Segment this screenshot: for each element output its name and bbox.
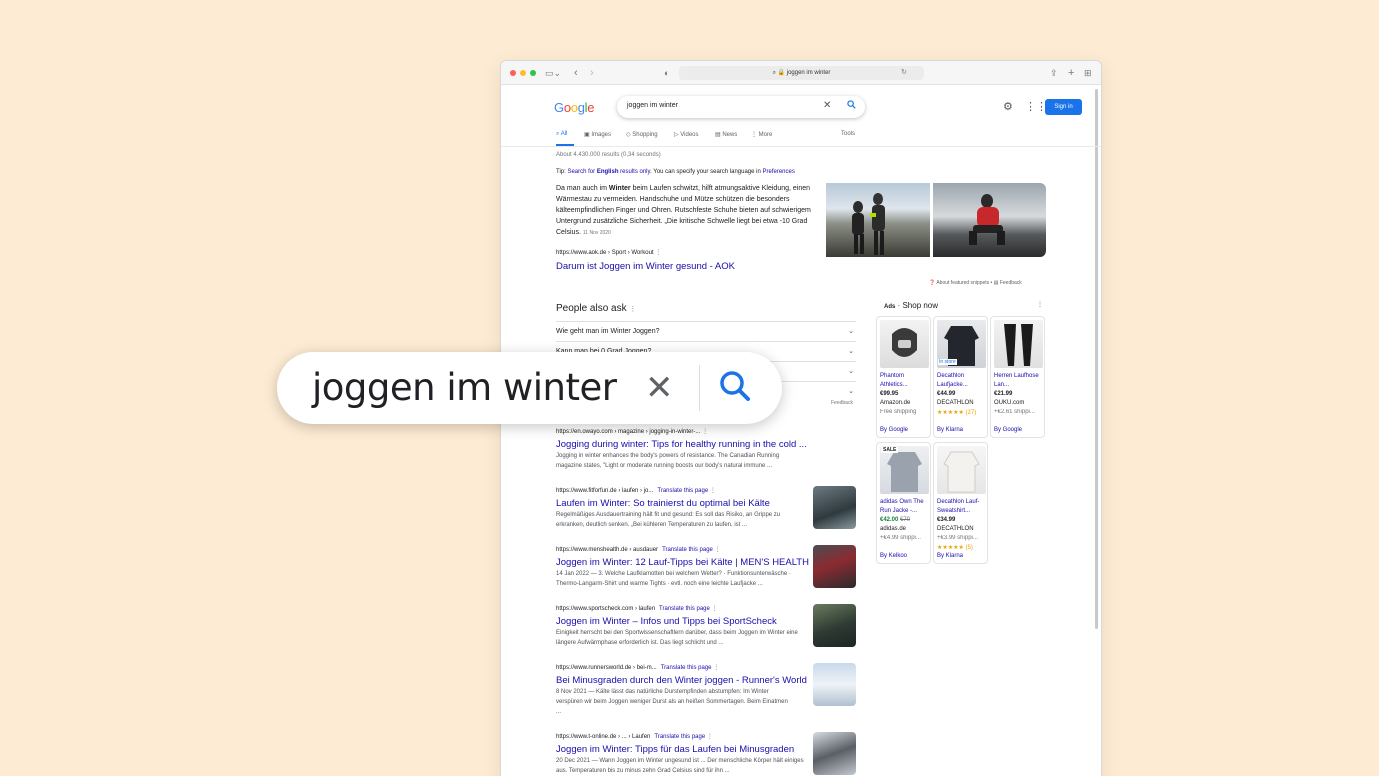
language-tip: Tip: Search for English results only. Yo… — [556, 169, 795, 175]
translate-link[interactable]: Translate this page — [659, 606, 710, 612]
result-snippet: Jogging in winter enhances the body's po… — [556, 453, 780, 469]
result-thumbnail[interactable] — [813, 604, 856, 647]
minimize-window-button[interactable] — [520, 70, 526, 76]
divider — [699, 365, 700, 411]
translate-link[interactable]: Translate this page — [654, 734, 705, 740]
shop-card[interactable]: Phantom Athletics... €99.95 Amazon.de Fr… — [876, 316, 931, 438]
result-url: https://www.t-online.de › ... › Laufen Tr… — [556, 734, 713, 740]
chevron-down-icon: ⌄ — [848, 328, 854, 335]
search-box[interactable]: joggen im winter ✕ — [617, 96, 865, 118]
zoomed-search-box[interactable]: joggen im winter ✕ — [277, 352, 782, 424]
paa-question[interactable]: Wie geht man im Winter Joggen? ⌄ — [556, 321, 856, 341]
product-image — [937, 446, 986, 494]
search-icon: ⌕ 🔒 — [772, 70, 786, 76]
product-image — [880, 446, 929, 494]
forward-icon[interactable]: › — [590, 66, 594, 80]
result-url: https://en.owayo.com › magazine › joggin… — [556, 429, 709, 435]
new-tab-icon[interactable]: + — [1068, 66, 1074, 80]
result-title[interactable]: Joggen im Winter – Infos und Tipps bei S… — [556, 616, 777, 627]
people-also-ask-title: People also ask ⋮ — [556, 303, 637, 314]
result-url: https://www.sportscheck.com › laufen Tran… — [556, 606, 718, 612]
zoomed-search-input[interactable]: joggen im winter — [312, 366, 617, 409]
google-results-page: Google joggen im winter ✕ ⚙ ⋮⋮ Sign in ⌕… — [501, 85, 1101, 776]
product-image — [880, 320, 929, 368]
result-thumbnail[interactable] — [813, 732, 856, 775]
apps-grid-icon[interactable]: ⋮⋮ — [1025, 100, 1047, 113]
result-snippet: Regelmäßiges Ausdauertraining hält fit u… — [556, 512, 781, 528]
settings-gear-icon[interactable]: ⚙ — [1003, 100, 1013, 113]
result-snippet: 20 Dec 2021 — Wann Joggen im Winter unge… — [556, 758, 804, 774]
result-snippet: 8 Nov 2021 — Kälte lässt das natürliche … — [556, 689, 788, 715]
tab-videos[interactable]: ▷ Videos — [674, 131, 699, 138]
search-icon[interactable] — [719, 366, 751, 411]
shop-card[interactable]: Decathlon Lauf-Sweatshirt... €34.99 DECA… — [933, 442, 988, 564]
address-bar[interactable]: ⌕ 🔒 joggen im winter — [679, 66, 924, 80]
result-snippet: Einigkeit herrscht bei den Sportwissensc… — [556, 630, 798, 646]
shop-card[interactable]: SALE adidas Own The Run Jacke -... €42.0… — [876, 442, 931, 564]
tab-all[interactable]: ⌕ All — [556, 131, 567, 138]
translate-link[interactable]: Translate this page — [662, 547, 713, 553]
search-icon[interactable] — [847, 100, 856, 111]
close-window-button[interactable] — [510, 70, 516, 76]
search-input[interactable]: joggen im winter — [627, 102, 678, 109]
shop-header: Ads · Shop now — [884, 301, 939, 310]
result-snippet: 14 Jan 2022 — 3. Welche Laufklamotten be… — [556, 571, 791, 587]
english-results-link[interactable]: Search for English results only — [567, 169, 650, 175]
in-store-badge: In store — [938, 359, 957, 365]
shop-card[interactable]: Herren Laufhose Lan... €21.99 OUKU.com +… — [990, 316, 1045, 438]
result-title[interactable]: Joggen im Winter: 12 Lauf-Tipps bei Kält… — [556, 557, 809, 568]
snippet-date: 11 Nov 2020 — [582, 230, 611, 236]
maximize-window-button[interactable] — [530, 70, 536, 76]
translate-link[interactable]: Translate this page — [661, 665, 712, 671]
translate-link[interactable]: Translate this page — [657, 488, 708, 494]
share-icon[interactable]: ⇪ — [1050, 66, 1058, 80]
divider — [501, 146, 1101, 147]
rating-stars: ★★★★★ (27) — [937, 410, 977, 416]
product-image — [994, 320, 1043, 368]
address-text: joggen im winter — [786, 70, 831, 76]
tab-images[interactable]: ▣ Images — [584, 131, 611, 138]
result-title[interactable]: Joggen im Winter: Tipps für das Laufen b… — [556, 744, 794, 755]
featured-source-url: https://www.aok.de › Sport › Workout ⋮ — [556, 250, 662, 256]
result-thumbnail[interactable] — [813, 545, 856, 588]
rating-stars: ★★★★★ (5) — [937, 545, 973, 551]
shield-icon[interactable]: ◐ — [664, 66, 669, 80]
clear-icon[interactable]: ✕ — [823, 100, 831, 111]
about-featured-snippets[interactable]: ❓ About featured snippets • ▤ Feedback — [929, 280, 1022, 286]
tab-more[interactable]: ⋮ More — [751, 131, 772, 138]
chevron-down-icon: ⌄ — [848, 348, 854, 355]
browser-toolbar: ▭⌄ ‹ › ◐ ⌕ 🔒 joggen im winter ↻ ⇪ + ⊞ — [501, 61, 1101, 85]
result-url: https://www.fitforfun.de › laufen › jo..… — [556, 488, 716, 494]
sidebar-icon[interactable]: ▭⌄ — [545, 66, 561, 80]
preferences-link[interactable]: Preferences — [762, 169, 794, 175]
featured-snippet-text: Da man auch im Winter beim Laufen schwit… — [556, 185, 811, 236]
result-url: https://www.runnersworld.de › bei-m... Tr… — [556, 665, 720, 671]
back-icon[interactable]: ‹ — [574, 66, 578, 80]
paa-feedback[interactable]: Feedback — [831, 400, 853, 406]
more-options-icon[interactable]: ⋮ — [1037, 301, 1043, 308]
sale-badge: SALE — [881, 447, 899, 453]
clear-icon[interactable]: ✕ — [645, 368, 674, 408]
result-title[interactable]: Laufen im Winter: So trainierst du optim… — [556, 498, 770, 509]
result-title[interactable]: Jogging during winter: Tips for healthy … — [556, 439, 807, 450]
result-thumbnail[interactable] — [813, 663, 856, 706]
result-url: https://www.menshealth.de › ausdauer Tran… — [556, 547, 721, 553]
result-title[interactable]: Bei Minusgraden durch den Winter joggen … — [556, 675, 807, 686]
tab-news[interactable]: ▤ News — [715, 131, 737, 138]
sign-in-button[interactable]: Sign in — [1045, 99, 1082, 115]
reload-icon[interactable]: ↻ — [901, 66, 907, 80]
result-stats: About 4.430.000 results (0,34 seconds) — [556, 152, 661, 158]
tab-overview-icon[interactable]: ⊞ — [1084, 66, 1092, 80]
result-thumbnail[interactable] — [813, 486, 856, 529]
chevron-down-icon: ⌄ — [848, 388, 854, 395]
featured-image-runners[interactable] — [826, 183, 930, 257]
featured-image-winter-runner[interactable] — [933, 183, 1046, 257]
featured-result-title[interactable]: Darum ist Joggen im Winter gesund - AOK — [556, 261, 735, 272]
tab-shopping[interactable]: ◇ Shopping — [626, 131, 658, 138]
tools-button[interactable]: Tools — [841, 131, 855, 137]
shop-card[interactable]: In store Decathlon Laufjacke... €44.99 D… — [933, 316, 988, 438]
google-logo[interactable]: Google — [554, 100, 594, 115]
chevron-down-icon: ⌄ — [848, 368, 854, 375]
